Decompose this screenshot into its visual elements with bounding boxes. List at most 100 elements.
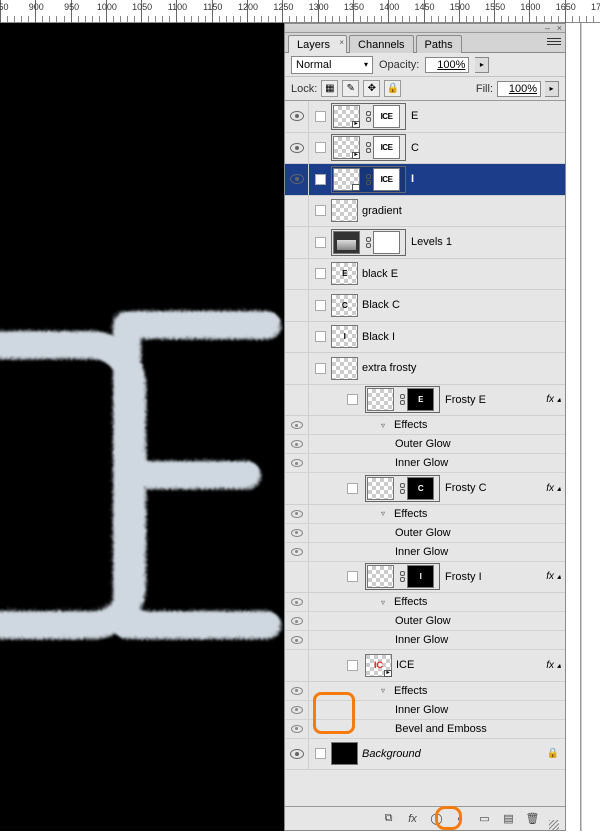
- tab-paths[interactable]: Paths: [416, 35, 462, 53]
- layer-thumb[interactable]: [331, 357, 358, 380]
- effect-row[interactable]: Outer Glow: [285, 435, 565, 454]
- visibility-toggle[interactable]: [285, 593, 309, 612]
- close-icon[interactable]: ×: [557, 23, 562, 33]
- visibility-toggle[interactable]: [285, 454, 309, 473]
- layer-thumb[interactable]: E: [331, 262, 358, 285]
- visibility-toggle[interactable]: [285, 435, 309, 454]
- tab-layers[interactable]: Layers×: [288, 35, 347, 53]
- layer-row[interactable]: E Frosty Efx ▴: [285, 385, 565, 417]
- layer-name[interactable]: Frosty C: [445, 482, 546, 494]
- layer-row[interactable]: CFrosty Cfx ▴: [285, 473, 565, 505]
- visibility-toggle[interactable]: [285, 504, 309, 523]
- fx-indicator[interactable]: fx ▴: [546, 660, 561, 671]
- visibility-toggle[interactable]: [285, 353, 309, 384]
- visibility-toggle[interactable]: [285, 719, 309, 738]
- fx-indicator[interactable]: fx ▴: [546, 571, 561, 582]
- visibility-toggle[interactable]: [285, 523, 309, 542]
- layer-row[interactable]: CBlack C: [285, 290, 565, 322]
- layer-mask-thumb[interactable]: I: [407, 565, 434, 588]
- new-icon[interactable]: ▤: [501, 812, 516, 826]
- effect-row[interactable]: Inner Glow: [285, 631, 565, 650]
- mask-link-icon[interactable]: [364, 235, 373, 249]
- visibility-toggle[interactable]: [285, 562, 309, 593]
- layer-thumb[interactable]: ▸: [333, 105, 360, 128]
- fx-icon[interactable]: fx: [405, 812, 420, 826]
- mask-link-icon[interactable]: [398, 393, 407, 407]
- layer-row[interactable]: gradient: [285, 196, 565, 228]
- layer-thumb[interactable]: [331, 742, 358, 765]
- panel-menu-icon[interactable]: [547, 36, 561, 48]
- fill-field[interactable]: 100%: [497, 81, 541, 97]
- visibility-toggle[interactable]: [285, 542, 309, 561]
- visibility-toggle[interactable]: [285, 681, 309, 700]
- mask-link-icon[interactable]: [364, 141, 373, 155]
- visibility-toggle[interactable]: [285, 101, 309, 132]
- visibility-toggle[interactable]: [285, 133, 309, 164]
- layer-row[interactable]: Levels 1: [285, 227, 565, 259]
- effect-row[interactable]: Inner Glow: [285, 543, 565, 562]
- link-cell[interactable]: [309, 290, 331, 321]
- link-cell[interactable]: [309, 196, 331, 227]
- blend-mode-dropdown[interactable]: Normal ▾: [291, 56, 373, 74]
- layer-name[interactable]: black E: [362, 268, 565, 280]
- effect-row[interactable]: Inner Glow: [285, 454, 565, 473]
- visibility-toggle[interactable]: [285, 700, 309, 719]
- layer-name[interactable]: Levels 1: [411, 236, 565, 248]
- resize-grip-icon[interactable]: [549, 820, 559, 830]
- layer-name[interactable]: extra frosty: [362, 362, 565, 374]
- layer-row[interactable]: Eblack E: [285, 259, 565, 291]
- layer-thumb[interactable]: [331, 199, 358, 222]
- link-cell[interactable]: [309, 259, 331, 290]
- visibility-toggle[interactable]: [285, 227, 309, 258]
- chevron-down-icon[interactable]: ▿: [381, 421, 391, 430]
- layer-name[interactable]: gradient: [362, 205, 565, 217]
- link-cell[interactable]: [309, 650, 331, 681]
- link-cell[interactable]: [309, 385, 331, 416]
- layer-thumb[interactable]: ▸: [333, 168, 360, 191]
- mask-link-icon[interactable]: [398, 481, 407, 495]
- layer-row[interactable]: I Frosty Ifx ▴: [285, 562, 565, 594]
- visibility-toggle[interactable]: [285, 650, 309, 681]
- layer-thumb[interactable]: [367, 565, 394, 588]
- opacity-field[interactable]: 100%: [425, 57, 469, 73]
- visibility-toggle[interactable]: [285, 416, 309, 435]
- link-cell[interactable]: [309, 353, 331, 384]
- effect-row[interactable]: Outer Glow: [285, 612, 565, 631]
- lock-pixels-icon[interactable]: ✎: [342, 80, 359, 97]
- layer-thumb[interactable]: [367, 388, 394, 411]
- group-icon[interactable]: ▭: [477, 812, 492, 826]
- layer-name[interactable]: Black I: [362, 331, 565, 343]
- layer-row[interactable]: ▸ICEfx ▴: [285, 650, 565, 682]
- layer-name[interactable]: C: [411, 142, 565, 154]
- layer-name[interactable]: Black C: [362, 299, 565, 311]
- layer-thumb[interactable]: [367, 477, 394, 500]
- effect-row[interactable]: ▿Effects: [285, 593, 565, 612]
- layer-name[interactable]: E: [411, 110, 565, 122]
- link-cell[interactable]: [309, 133, 331, 164]
- effect-row[interactable]: ▿Effects: [285, 416, 565, 435]
- layer-row[interactable]: Background🔒: [285, 739, 565, 771]
- layer-row[interactable]: ▸ICEI: [285, 164, 565, 196]
- visibility-toggle[interactable]: [285, 259, 309, 290]
- layer-name[interactable]: Frosty E: [445, 394, 546, 406]
- fx-indicator[interactable]: fx ▴: [546, 483, 561, 494]
- mask-link-icon[interactable]: [398, 570, 407, 584]
- link-cell[interactable]: [309, 164, 331, 195]
- visibility-toggle[interactable]: [285, 631, 309, 650]
- visibility-toggle[interactable]: [285, 385, 309, 416]
- visibility-toggle[interactable]: [285, 290, 309, 321]
- layer-mask-thumb[interactable]: E: [407, 388, 434, 411]
- tab-channels[interactable]: Channels: [349, 35, 413, 53]
- chevron-down-icon[interactable]: ▿: [381, 598, 391, 607]
- minimize-icon[interactable]: –: [545, 23, 550, 33]
- fx-indicator[interactable]: fx ▴: [546, 394, 561, 405]
- layer-row[interactable]: ▸ICEE: [285, 101, 565, 133]
- chevron-down-icon[interactable]: ▿: [381, 686, 391, 695]
- layer-mask-thumb[interactable]: ICE: [373, 168, 400, 191]
- fill-flyout-icon[interactable]: ▸: [545, 81, 559, 97]
- visibility-toggle[interactable]: [285, 612, 309, 631]
- opacity-flyout-icon[interactable]: ▸: [475, 57, 489, 73]
- lock-transparent-icon[interactable]: ▦: [321, 80, 338, 97]
- layer-row[interactable]: extra frosty: [285, 353, 565, 385]
- layer-name[interactable]: Frosty I: [445, 571, 546, 583]
